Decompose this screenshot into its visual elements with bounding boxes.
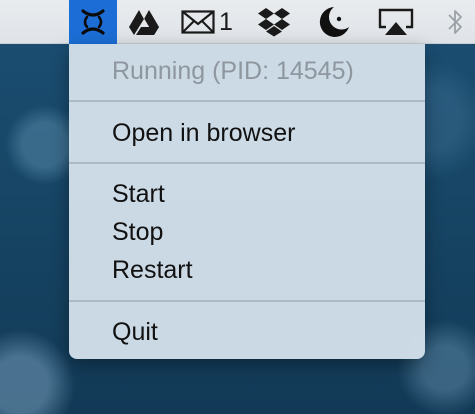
google-drive-item[interactable] <box>124 0 164 44</box>
menu-item-restart[interactable]: Restart <box>112 255 193 285</box>
dropbox-item[interactable] <box>252 0 296 44</box>
menu-separator <box>69 100 425 102</box>
menu-item-status: Running (PID: 14545) <box>112 57 354 85</box>
menu-item-quit[interactable]: Quit <box>112 317 158 347</box>
night-shift-item[interactable] <box>311 0 355 44</box>
bluetooth-item[interactable] <box>440 0 470 44</box>
app-status-item[interactable] <box>69 0 117 44</box>
mail-unread-count: 1 <box>219 7 233 36</box>
airplay-item[interactable] <box>374 0 418 44</box>
google-drive-icon <box>128 8 160 36</box>
menu-item-stop[interactable]: Stop <box>112 217 163 247</box>
airplay-icon <box>377 7 415 37</box>
envelope-icon <box>181 10 215 34</box>
menu-separator <box>69 162 425 164</box>
app-status-icon <box>80 7 106 37</box>
bluetooth-icon <box>446 7 464 37</box>
menu-bar: 1 <box>0 0 475 44</box>
night-shift-moon-icon <box>315 5 351 39</box>
menu-item-start[interactable]: Start <box>112 179 165 209</box>
dropbox-icon <box>257 7 291 37</box>
menu-separator <box>69 300 425 302</box>
menu-item-open-in-browser[interactable]: Open in browser <box>112 118 295 148</box>
status-dropdown-menu: Running (PID: 14545) Open in browser Sta… <box>69 44 425 359</box>
mail-item[interactable]: 1 <box>176 0 238 44</box>
